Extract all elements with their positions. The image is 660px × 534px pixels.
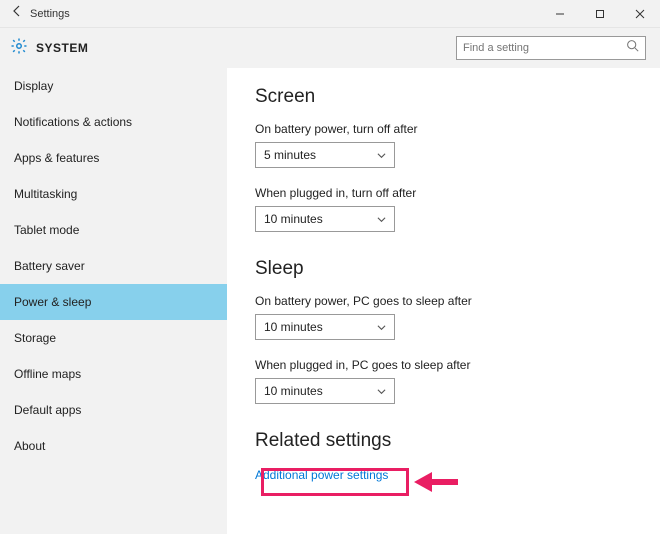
header: SYSTEM [0,28,660,68]
sleep-plugged-label: When plugged in, PC goes to sleep after [255,358,632,372]
page-title: SYSTEM [36,41,88,55]
maximize-button[interactable] [580,0,620,28]
sidebar-item-power-sleep[interactable]: Power & sleep [0,284,227,320]
header-left: SYSTEM [10,37,88,60]
content: Screen On battery power, turn off after … [227,68,660,534]
sidebar-item-storage[interactable]: Storage [0,320,227,356]
additional-power-link[interactable]: Additional power settings [255,468,388,482]
sleep-battery-label: On battery power, PC goes to sleep after [255,294,632,308]
screen-plugged-dropdown[interactable]: 10 minutes [255,206,395,232]
search-box[interactable] [456,36,646,60]
close-button[interactable] [620,0,660,28]
sleep-battery-dropdown[interactable]: 10 minutes [255,314,395,340]
screen-battery-label: On battery power, turn off after [255,122,632,136]
sidebar-item-notifications[interactable]: Notifications & actions [0,104,227,140]
search-icon [626,39,639,57]
minimize-button[interactable] [540,0,580,28]
sidebar-item-default-apps[interactable]: Default apps [0,392,227,428]
window-title: Settings [30,8,70,20]
chevron-down-icon [377,387,386,396]
sidebar-item-battery[interactable]: Battery saver [0,248,227,284]
back-button[interactable] [10,4,24,23]
sidebar-item-display[interactable]: Display [0,68,227,104]
screen-battery-value: 5 minutes [264,148,316,162]
gear-icon [10,37,28,60]
screen-battery-dropdown[interactable]: 5 minutes [255,142,395,168]
sidebar-item-offline-maps[interactable]: Offline maps [0,356,227,392]
sidebar-item-apps[interactable]: Apps & features [0,140,227,176]
chevron-down-icon [377,323,386,332]
chevron-down-icon [377,151,386,160]
sleep-plugged-dropdown[interactable]: 10 minutes [255,378,395,404]
search-input[interactable] [463,42,626,54]
screen-plugged-value: 10 minutes [264,212,323,226]
chevron-down-icon [377,215,386,224]
window-controls [540,0,660,28]
related-heading: Related settings [255,430,632,452]
sidebar-item-multitasking[interactable]: Multitasking [0,176,227,212]
screen-plugged-label: When plugged in, turn off after [255,186,632,200]
sleep-battery-value: 10 minutes [264,320,323,334]
sleep-plugged-value: 10 minutes [264,384,323,398]
titlebar: Settings [0,0,660,28]
sidebar-item-about[interactable]: About [0,428,227,464]
sleep-heading: Sleep [255,258,632,280]
main: Display Notifications & actions Apps & f… [0,68,660,534]
screen-heading: Screen [255,86,632,108]
sidebar-item-tablet[interactable]: Tablet mode [0,212,227,248]
titlebar-left: Settings [0,4,70,23]
sidebar: Display Notifications & actions Apps & f… [0,68,227,534]
